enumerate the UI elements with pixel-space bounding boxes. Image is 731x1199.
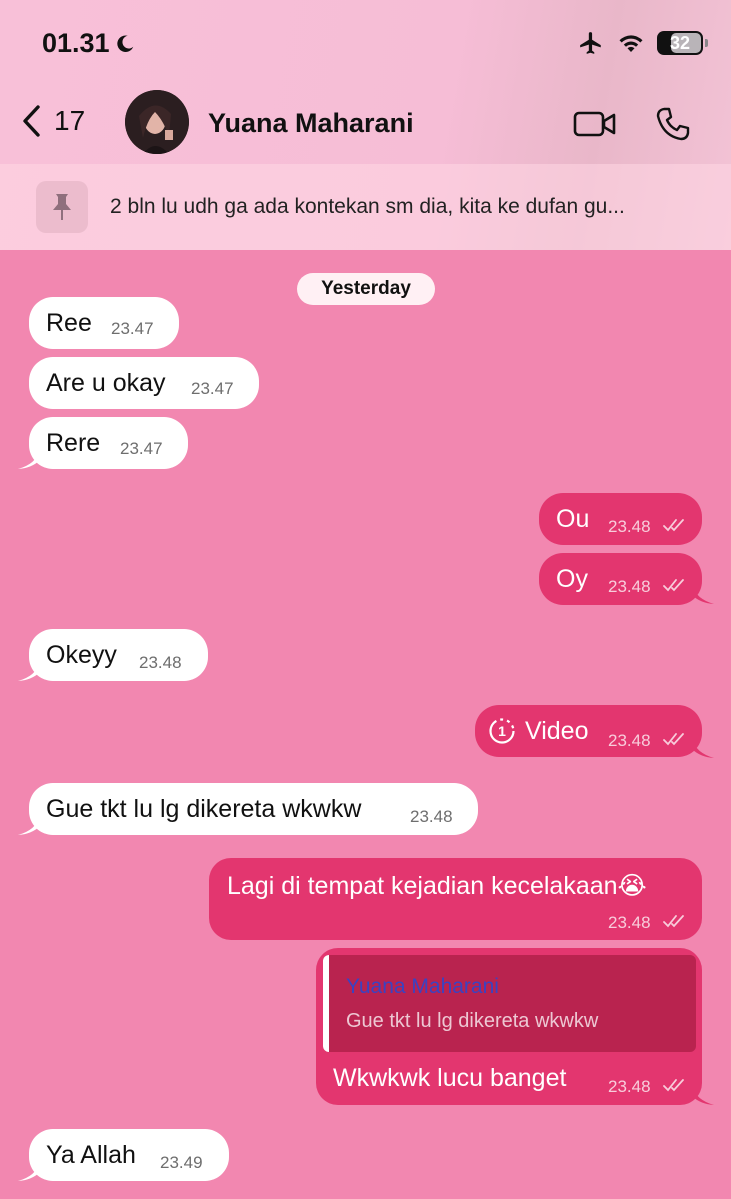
read-ticks-icon <box>663 579 684 592</box>
message-text: Ree <box>46 308 92 337</box>
message-time: 23.49 <box>160 1153 203 1172</box>
status-time: 01.31 <box>42 28 110 58</box>
unread-count: 17 <box>54 105 86 136</box>
phone-call-icon[interactable] <box>655 106 691 142</box>
message-text: Ou <box>556 504 590 533</box>
quoted-message-text: Gue tkt lu lg dikereta wkwkw <box>346 1010 599 1032</box>
battery-level: 32 <box>669 32 691 53</box>
message-time: 23.48 <box>608 1077 651 1096</box>
chat-navbar: 17 Yuana Maharani <box>0 88 731 160</box>
message-text: Oy <box>556 564 588 593</box>
status-icons: 32 <box>577 30 708 56</box>
message-bubble-incoming[interactable]: Rere 23.47 <box>29 417 188 469</box>
message-time: 23.47 <box>191 379 234 398</box>
message-bubble-incoming[interactable]: Gue tkt lu lg dikereta wkwkw 23.48 <box>29 783 478 835</box>
message-text: Rere <box>46 428 101 457</box>
contact-name[interactable]: Yuana Maharani <box>208 108 414 139</box>
airplane-icon <box>580 32 601 54</box>
message-bubble-outgoing[interactable]: Lagi di tempat kejadian kecelakaan😭 23.4… <box>209 858 702 940</box>
message-time: 23.48 <box>608 517 651 536</box>
battery-indicator: 32 <box>657 31 708 55</box>
read-ticks-icon <box>663 519 684 532</box>
read-ticks-icon <box>663 915 684 928</box>
bubble-tail <box>692 585 714 604</box>
message-time: 23.48 <box>139 653 182 672</box>
quoted-sender-name: Yuana Maharani <box>346 975 499 998</box>
message-text: Ya Allah <box>46 1140 136 1169</box>
chevron-left-icon <box>23 105 40 137</box>
pinned-message-bar[interactable]: 2 bln lu udh ga ada kontekan sm dia, kit… <box>0 164 731 250</box>
message-bubble-incoming[interactable]: Ya Allah 23.49 <box>29 1129 229 1181</box>
message-time: 23.48 <box>410 807 453 826</box>
message-time: 23.47 <box>120 439 163 458</box>
bubble-tail <box>18 1162 40 1181</box>
pinned-message-text: 2 bln lu udh ga ada kontekan sm dia, kit… <box>110 195 625 218</box>
video-message-bubble[interactable]: 1 Video 23.48 <box>475 705 702 757</box>
day-separator: Yesterday <box>297 273 435 305</box>
quoted-message[interactable]: Yuana Maharani Gue tkt lu lg dikereta wk… <box>323 955 696 1052</box>
read-ticks-icon <box>663 733 684 746</box>
pin-icon <box>36 181 88 233</box>
message-text: Gue tkt lu lg dikereta wkwkw <box>46 794 362 823</box>
message-bubble-incoming[interactable]: Ree 23.47 <box>29 297 179 349</box>
message-text: Lagi di tempat kejadian kecelakaan😭 <box>227 872 647 900</box>
avatar[interactable] <box>125 90 189 154</box>
message-bubble-incoming[interactable]: Are u okay 23.47 <box>29 357 259 409</box>
message-time: 23.48 <box>608 913 651 932</box>
message-text: Okeyy <box>46 640 117 669</box>
read-ticks-icon <box>663 1079 684 1092</box>
view-once-icon: 1 <box>489 718 515 744</box>
header: 01.31 32 17 Yuana Maharani 2 bln lu udh … <box>0 0 731 250</box>
wifi-icon <box>619 35 643 52</box>
message-time: 23.48 <box>608 577 651 596</box>
bubble-tail <box>692 1086 714 1105</box>
status-time-group: 01.31 <box>42 28 136 59</box>
message-text: Are u okay <box>46 368 166 397</box>
message-text: Wkwkwk lucu banget <box>333 1064 567 1092</box>
bubble-tail <box>692 739 714 758</box>
message-text: Video <box>525 716 589 745</box>
message-time: 23.47 <box>111 319 154 338</box>
back-button[interactable]: 17 <box>20 104 85 138</box>
status-bar: 01.31 32 <box>0 0 731 90</box>
call-actions <box>573 106 691 142</box>
bubble-tail <box>18 816 40 835</box>
do-not-disturb-moon-icon <box>116 34 133 52</box>
message-bubble-outgoing[interactable]: Oy 23.48 <box>539 553 702 605</box>
bubble-tail <box>18 450 40 469</box>
quote-bar <box>323 955 329 1052</box>
svg-text:1: 1 <box>498 723 506 739</box>
message-bubble-outgoing[interactable]: Ou 23.48 <box>539 493 702 545</box>
message-bubble-incoming[interactable]: Okeyy 23.48 <box>29 629 208 681</box>
bubble-tail <box>18 662 40 681</box>
message-time: 23.48 <box>608 731 651 750</box>
video-call-icon[interactable] <box>573 110 617 138</box>
